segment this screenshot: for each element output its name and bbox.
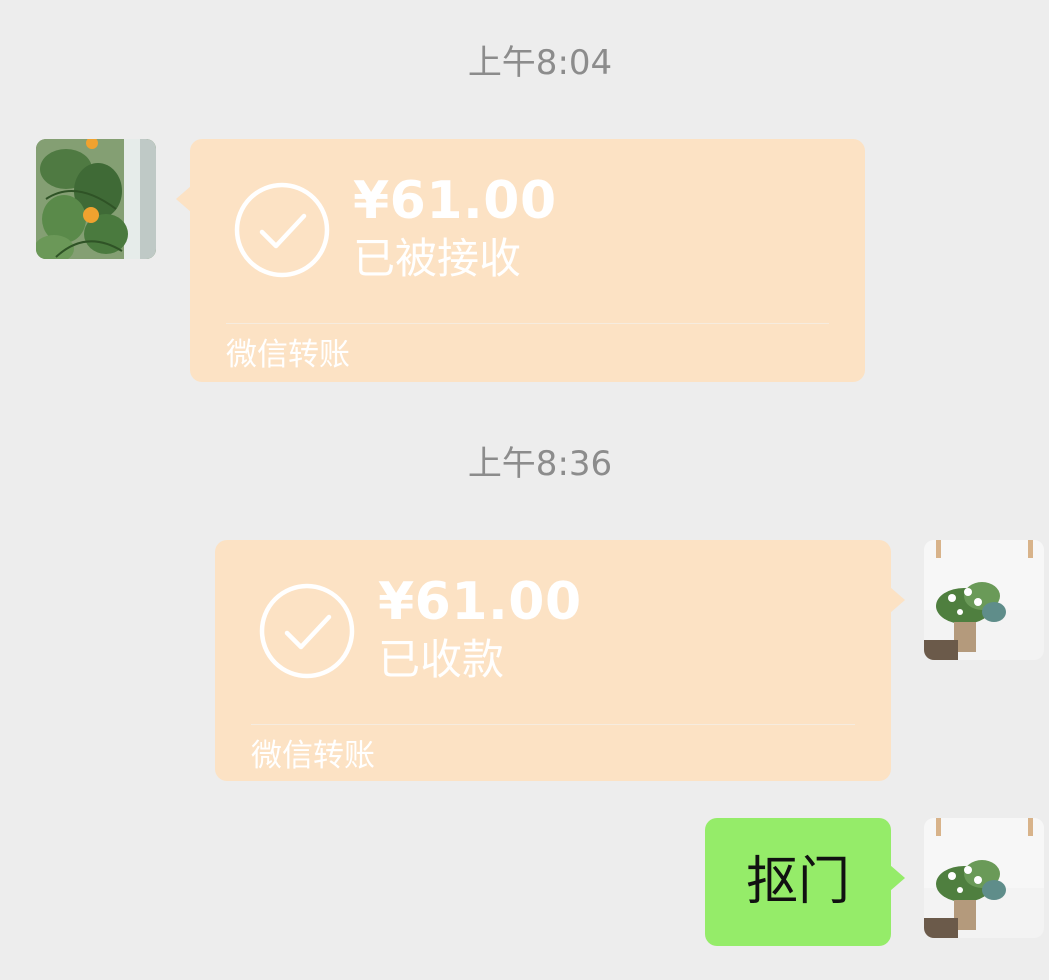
transfer-status: 已被接收 — [353, 234, 522, 283]
card-divider — [226, 323, 829, 324]
message-timestamp: 上午8:36 — [467, 444, 613, 484]
avatar-image-plant — [36, 139, 156, 259]
transfer-amount: ¥61.00 — [353, 171, 557, 231]
transfer-footer-label: 微信转账 — [251, 738, 375, 774]
transfer-status: 已收款 — [378, 635, 505, 684]
transfer-amount: ¥61.00 — [378, 572, 582, 632]
transfer-footer-label: 微信转账 — [226, 337, 350, 373]
user-avatar[interactable] — [924, 540, 1044, 660]
bubble-tail — [890, 865, 905, 891]
message-timestamp: 上午8:04 — [467, 43, 613, 83]
sent-message-bubble[interactable]: 抠门 — [705, 818, 905, 946]
avatar-image-flowers — [924, 818, 1044, 938]
transfer-card-received[interactable]: ¥61.00 已被接收 微信转账 — [176, 139, 865, 382]
contact-avatar[interactable] — [36, 139, 156, 259]
avatar-image-flowers — [924, 540, 1044, 660]
message-text: 抠门 — [745, 852, 850, 912]
card-divider — [251, 724, 855, 725]
bubble-tail — [176, 186, 191, 212]
user-avatar[interactable] — [924, 818, 1044, 938]
check-circle-icon — [234, 182, 330, 278]
bubble-tail — [890, 587, 905, 613]
transfer-card-collected[interactable]: ¥61.00 已收款 微信转账 — [215, 540, 905, 781]
check-circle-icon — [259, 583, 355, 679]
